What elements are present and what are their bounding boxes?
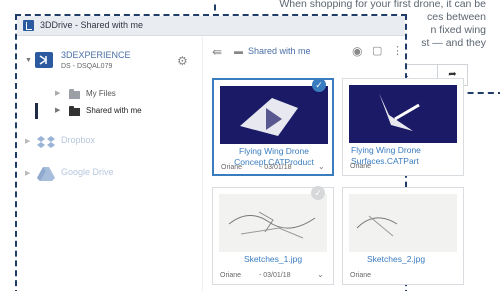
provider-name: Dropbox xyxy=(61,135,96,145)
file-name[interactable]: Sketches_1.jpg xyxy=(217,254,329,265)
breadcrumb[interactable]: Shared with me xyxy=(248,46,311,56)
chevron-right-icon[interactable]: ▶ xyxy=(25,169,30,177)
check-icon[interactable]: ✓ xyxy=(311,186,325,200)
selected-check-icon[interactable]: ✓ xyxy=(312,78,326,92)
eye-icon[interactable]: ◉ xyxy=(352,44,362,58)
3ddrive-window: 3DDrive - Shared with me ▼ 3DEXPERIENCE … xyxy=(15,14,464,291)
folder-icon xyxy=(69,89,80,99)
file-card[interactable]: ✓ Flying Wing Drone Concept.CATProduct O… xyxy=(212,78,334,176)
file-card[interactable]: Sketches_2.jpg Oriane xyxy=(342,187,464,285)
title-bar: 3DDrive - Shared with me xyxy=(17,16,405,36)
chevron-right-icon[interactable]: ▶ xyxy=(55,89,60,97)
gear-icon[interactable]: ⚙ xyxy=(177,54,188,68)
tree-label: My Files xyxy=(86,89,116,98)
file-name[interactable]: Sketches_2.jpg xyxy=(367,254,479,265)
sidebar: ▼ 3DEXPERIENCE DS - DSQAL079 ⚙ ▶ My File… xyxy=(17,37,203,291)
file-owner: Oriane xyxy=(220,272,242,279)
file-owner: Oriane xyxy=(350,163,372,170)
file-owner: Oriane xyxy=(221,164,243,171)
chevron-right-icon[interactable]: ▶ xyxy=(55,106,60,114)
file-thumbnail xyxy=(349,85,457,143)
tree-item-shared-with-me[interactable]: ▶ Shared with me xyxy=(17,103,203,119)
source-google-drive[interactable]: ▶ Google Drive xyxy=(17,163,203,185)
window-title: 3DDrive - Shared with me xyxy=(40,20,144,30)
google-drive-icon xyxy=(37,166,55,182)
folder-icon xyxy=(69,106,80,116)
file-card[interactable]: Flying Wing Drone Surfaces.CATPart Orian… xyxy=(342,78,464,176)
3dexperience-icon xyxy=(35,52,53,68)
chevron-right-icon[interactable]: ▶ xyxy=(25,137,30,145)
content-area: ⇚ ▬ Shared with me ◉ ▢ ⋮ ✓ Flying Wing D… xyxy=(204,37,464,291)
article-line: When shopping for your first drone, it c… xyxy=(279,0,486,10)
provider-name: 3DEXPERIENCE xyxy=(61,50,131,60)
source-dropbox[interactable]: ▶ Dropbox xyxy=(17,131,203,153)
chevron-down-icon[interactable]: ⌄ xyxy=(318,162,325,171)
file-date: - 03/01/18 xyxy=(260,164,292,171)
provider-sub: DS - DSQAL079 xyxy=(61,63,113,70)
collapse-sidebar-icon[interactable]: ⇚ xyxy=(212,45,222,59)
shared-folder-icon: ▬ xyxy=(234,46,243,56)
selection-indicator xyxy=(35,103,38,119)
file-thumbnail xyxy=(219,194,327,252)
file-thumbnail xyxy=(220,86,328,144)
provider-name: Google Drive xyxy=(61,167,114,177)
tree-label: Shared with me xyxy=(86,106,142,115)
chevron-down-icon[interactable]: ⌄ xyxy=(317,270,324,279)
tree-item-my-files[interactable]: ▶ My Files xyxy=(17,86,203,102)
file-card[interactable]: ✓ Sketches_1.jpg Oriane - 03/01/18 ⌄ xyxy=(212,186,334,285)
more-icon[interactable]: ⋮ xyxy=(392,44,403,57)
file-date: - 03/01/18 xyxy=(259,272,291,279)
3ddrive-app-icon xyxy=(23,20,34,31)
file-thumbnail xyxy=(349,194,457,252)
chevron-down-icon[interactable]: ▼ xyxy=(25,57,32,64)
document-icon[interactable]: ▢ xyxy=(372,44,382,57)
toolbar: ⇚ ▬ Shared with me ◉ ▢ ⋮ xyxy=(204,37,409,67)
dropbox-icon xyxy=(37,134,55,150)
source-3dexperience[interactable]: ▼ 3DEXPERIENCE DS - DSQAL079 ⚙ xyxy=(17,45,203,79)
file-owner: Oriane xyxy=(350,272,372,279)
